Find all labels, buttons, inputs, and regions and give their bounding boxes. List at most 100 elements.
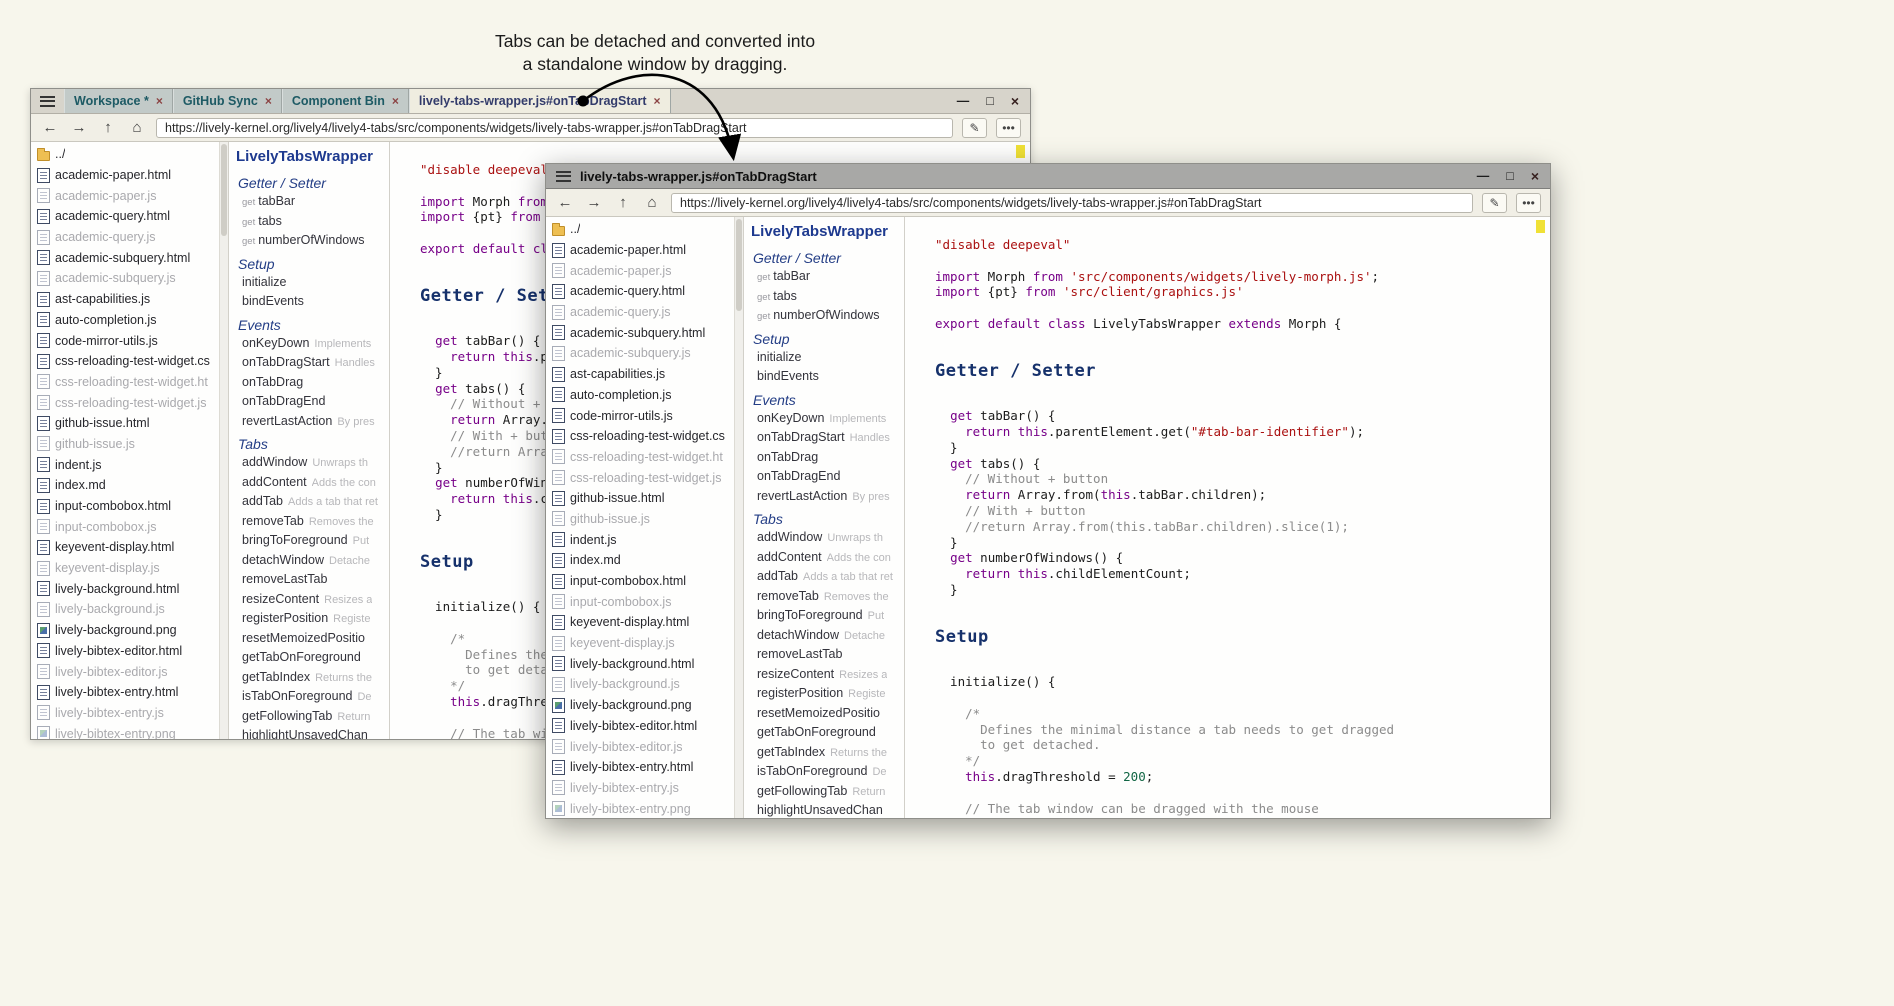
outline-item[interactable]: initialize bbox=[236, 275, 389, 295]
outline-item[interactable]: get tabBar bbox=[236, 194, 389, 214]
outline-item[interactable]: Getter / Setter bbox=[751, 247, 904, 269]
file-item[interactable]: lively-bibtex-entry.png bbox=[31, 723, 219, 739]
outline-item[interactable]: onTabDrag bbox=[751, 450, 904, 470]
file-item[interactable]: indent.js bbox=[31, 454, 219, 475]
file-list-scrollbar[interactable] bbox=[734, 217, 743, 818]
file-item[interactable]: lively-background.png bbox=[31, 620, 219, 641]
tab-close-icon[interactable]: × bbox=[654, 94, 661, 108]
outline-item[interactable]: isTabOnForeground De bbox=[751, 764, 904, 784]
minimize-button[interactable]: — bbox=[1477, 170, 1490, 183]
outline-item[interactable]: getTabIndex Returns the bbox=[236, 670, 389, 690]
file-item[interactable]: code-mirror-utils.js bbox=[31, 330, 219, 351]
outline-item[interactable]: removeTab Removes the bbox=[236, 514, 389, 534]
tab[interactable]: GitHub Sync × bbox=[173, 89, 282, 113]
outline-item[interactable]: resizeContent Resizes a bbox=[751, 667, 904, 687]
file-item[interactable]: academic-paper.html bbox=[31, 165, 219, 186]
menu-icon[interactable] bbox=[40, 96, 55, 107]
file-item[interactable]: keyevent-display.js bbox=[31, 558, 219, 579]
file-item[interactable]: lively-background.html bbox=[546, 653, 734, 674]
file-item[interactable]: academic-query.js bbox=[31, 227, 219, 248]
file-item[interactable]: academic-subquery.js bbox=[31, 268, 219, 289]
file-item[interactable]: lively-bibtex-entry.png bbox=[546, 798, 734, 818]
file-item[interactable]: lively-bibtex-entry.html bbox=[31, 682, 219, 703]
file-item[interactable]: lively-bibtex-editor.js bbox=[546, 736, 734, 757]
outline-item[interactable]: onKeyDown Implements bbox=[236, 336, 389, 356]
file-item[interactable]: lively-bibtex-entry.js bbox=[546, 778, 734, 799]
menu-icon[interactable] bbox=[556, 171, 571, 182]
outline-item[interactable]: onTabDragEnd bbox=[751, 469, 904, 489]
maximize-button[interactable]: □ bbox=[986, 95, 994, 108]
file-item[interactable]: index.md bbox=[31, 475, 219, 496]
outline-item[interactable]: get tabs bbox=[236, 214, 389, 234]
file-item[interactable]: academic-paper.html bbox=[546, 240, 734, 261]
maximize-button[interactable]: □ bbox=[1506, 170, 1514, 183]
tab[interactable]: Workspace * × bbox=[64, 89, 173, 113]
outline-item[interactable]: bringToForeground Put bbox=[751, 608, 904, 628]
outline-item[interactable]: onTabDragEnd bbox=[236, 394, 389, 414]
file-item[interactable]: input-combobox.html bbox=[546, 571, 734, 592]
file-item[interactable]: github-issue.html bbox=[31, 413, 219, 434]
close-button[interactable]: × bbox=[1011, 94, 1019, 108]
titlebar[interactable]: Workspace * × GitHub Sync × Component Bi… bbox=[31, 89, 1030, 114]
file-item[interactable]: academic-subquery.html bbox=[546, 322, 734, 343]
forward-button[interactable]: → bbox=[584, 194, 604, 211]
outline-item[interactable]: getFollowingTab Return bbox=[236, 709, 389, 729]
tab-close-icon[interactable]: × bbox=[392, 94, 399, 108]
outline-item[interactable]: get numberOfWindows bbox=[751, 308, 904, 328]
outline-item[interactable]: addContent Adds the con bbox=[751, 550, 904, 570]
outline-item[interactable]: removeLastTab bbox=[751, 647, 904, 667]
file-item[interactable]: code-mirror-utils.js bbox=[546, 405, 734, 426]
file-item[interactable]: academic-query.html bbox=[546, 281, 734, 302]
home-button[interactable]: ⌂ bbox=[127, 119, 147, 136]
titlebar[interactable]: lively-tabs-wrapper.js#onTabDragStart — … bbox=[546, 164, 1550, 189]
up-button[interactable]: ↑ bbox=[98, 119, 118, 136]
outline-item[interactable]: addWindow Unwraps th bbox=[751, 530, 904, 550]
file-item[interactable]: academic-paper.js bbox=[31, 185, 219, 206]
file-item[interactable]: ast-capabilities.js bbox=[31, 289, 219, 310]
file-item[interactable]: auto-completion.js bbox=[31, 310, 219, 331]
file-item[interactable]: github-issue.html bbox=[546, 488, 734, 509]
file-item[interactable]: css-reloading-test-widget.cs bbox=[31, 351, 219, 372]
file-item[interactable]: lively-bibtex-editor.html bbox=[31, 641, 219, 662]
file-item[interactable]: input-combobox.js bbox=[546, 591, 734, 612]
file-item[interactable]: lively-bibtex-entry.js bbox=[31, 703, 219, 724]
edit-button[interactable]: ✎ bbox=[1482, 193, 1507, 213]
outline-item[interactable]: addTab Adds a tab that ret bbox=[236, 494, 389, 514]
file-item[interactable]: keyevent-display.html bbox=[546, 612, 734, 633]
file-item[interactable]: css-reloading-test-widget.ht bbox=[31, 372, 219, 393]
file-item[interactable]: academic-query.html bbox=[31, 206, 219, 227]
outline-item[interactable]: removeLastTab bbox=[236, 572, 389, 592]
file-item[interactable]: academic-subquery.html bbox=[31, 247, 219, 268]
outline-item[interactable]: resetMemoizedPositio bbox=[751, 706, 904, 726]
more-button[interactable]: ••• bbox=[996, 118, 1021, 138]
outline-item[interactable]: addTab Adds a tab that ret bbox=[751, 569, 904, 589]
outline-item[interactable]: onKeyDown Implements bbox=[751, 411, 904, 431]
outline-item[interactable]: Setup bbox=[751, 328, 904, 350]
file-item[interactable]: github-issue.js bbox=[546, 509, 734, 530]
file-item[interactable]: input-combobox.html bbox=[31, 496, 219, 517]
more-button[interactable]: ••• bbox=[1516, 193, 1541, 213]
outline-item[interactable]: onTabDrag bbox=[236, 375, 389, 395]
forward-button[interactable]: → bbox=[69, 119, 89, 136]
tab-close-icon[interactable]: × bbox=[265, 94, 272, 108]
outline-item[interactable]: getTabOnForeground bbox=[236, 650, 389, 670]
outline-item[interactable]: highlightUnsavedChan bbox=[751, 803, 904, 818]
file-item[interactable]: css-reloading-test-widget.cs bbox=[546, 426, 734, 447]
outline-item[interactable]: get numberOfWindows bbox=[236, 233, 389, 253]
file-item[interactable]: keyevent-display.html bbox=[31, 537, 219, 558]
outline-item[interactable]: addWindow Unwraps th bbox=[236, 455, 389, 475]
outline-item[interactable]: Getter / Setter bbox=[236, 172, 389, 194]
outline-item[interactable]: isTabOnForeground De bbox=[236, 689, 389, 709]
file-item[interactable]: github-issue.js bbox=[31, 434, 219, 455]
file-item[interactable]: academic-query.js bbox=[546, 302, 734, 323]
outline-item[interactable]: detachWindow Detache bbox=[236, 553, 389, 573]
file-item[interactable]: lively-bibtex-editor.html bbox=[546, 716, 734, 737]
close-button[interactable]: × bbox=[1531, 169, 1539, 183]
file-item[interactable]: lively-background.js bbox=[31, 599, 219, 620]
outline-item[interactable]: removeTab Removes the bbox=[751, 589, 904, 609]
class-name[interactable]: LivelyTabsWrapper bbox=[236, 148, 389, 172]
outline-item[interactable]: get tabBar bbox=[751, 269, 904, 289]
outline-item[interactable]: Tabs bbox=[236, 433, 389, 455]
file-item[interactable]: index.md bbox=[546, 550, 734, 571]
outline-item[interactable]: bindEvents bbox=[751, 369, 904, 389]
